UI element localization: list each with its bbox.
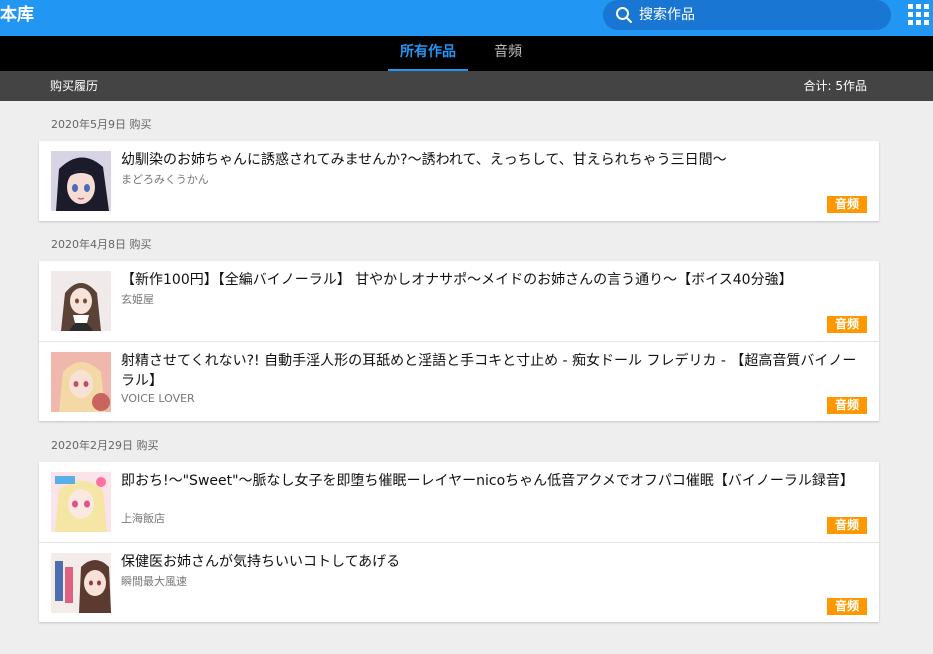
search-input[interactable] bbox=[639, 0, 879, 30]
list-item[interactable]: 保健医お姉さんが気持ちいいコトしてあげる 瞬間最大風速 音频 bbox=[39, 542, 879, 622]
work-title[interactable]: 射精させてくれない?! 自動手淫人形の耳舐めと淫語と手コキと寸止め - 痴女ドー… bbox=[121, 351, 866, 391]
tab-bar: 所有作品 音頻 bbox=[0, 36, 933, 71]
work-author[interactable]: まどろみくうかん bbox=[121, 173, 209, 187]
list-item[interactable]: 幼馴染のお姉ちゃんに誘惑されてみませんか?～誘われて、えっちして、甘えられちゃう… bbox=[39, 141, 879, 221]
work-thumbnail[interactable] bbox=[51, 553, 111, 613]
app-title: 本库 bbox=[0, 5, 34, 25]
tab-all-works[interactable]: 所有作品 bbox=[388, 36, 468, 71]
work-author[interactable]: 玄姫屋 bbox=[121, 293, 154, 307]
search-box[interactable] bbox=[603, 0, 891, 30]
work-title[interactable]: 保健医お姉さんが気持ちいいコトしてあげる bbox=[121, 552, 866, 572]
list-item[interactable]: 射精させてくれない?! 自動手淫人形の耳舐めと淫語と手コキと寸止め - 痴女ドー… bbox=[39, 341, 879, 421]
work-author[interactable]: 瞬間最大風速 bbox=[121, 575, 187, 589]
work-author[interactable]: VOICE LOVER bbox=[121, 392, 195, 406]
purchase-date: 2020年2月29日 购买 bbox=[51, 439, 159, 452]
work-author[interactable]: 上海飯店 bbox=[121, 512, 165, 526]
top-bar: 本库 bbox=[0, 0, 933, 36]
apps-grid-icon[interactable] bbox=[908, 4, 929, 25]
search-icon[interactable] bbox=[615, 6, 633, 24]
list-item[interactable]: 即おち!～"Sweet"～脈なし女子を即堕ち催眠ーレイヤーnicoちゃん低音アク… bbox=[39, 462, 879, 542]
list-item[interactable]: 【新作100円】【全編バイノーラル】 甘やかしオナサポ～メイドのお姉さんの言う通… bbox=[39, 261, 879, 341]
tab-audio[interactable]: 音頻 bbox=[480, 36, 536, 71]
total-count: 合计: 5作品 bbox=[803, 79, 868, 93]
purchase-date: 2020年5月9日 购买 bbox=[51, 118, 152, 131]
work-title[interactable]: 即おち!～"Sweet"～脈なし女子を即堕ち催眠ーレイヤーnicoちゃん低音アク… bbox=[121, 471, 866, 491]
purchase-date: 2020年4月8日 购买 bbox=[51, 238, 152, 251]
purchase-group-card: 幼馴染のお姉ちゃんに誘惑されてみませんか?～誘われて、えっちして、甘えられちゃう… bbox=[39, 141, 879, 221]
purchase-history-label: 购买履历 bbox=[50, 79, 99, 93]
audio-badge[interactable]: 音频 bbox=[827, 397, 867, 414]
work-title[interactable]: 【新作100円】【全編バイノーラル】 甘やかしオナサポ～メイドのお姉さんの言う通… bbox=[121, 270, 866, 290]
work-thumbnail[interactable] bbox=[51, 151, 111, 211]
work-thumbnail[interactable] bbox=[51, 472, 111, 532]
purchase-group-card: 即おち!～"Sweet"～脈なし女子を即堕ち催眠ーレイヤーnicoちゃん低音アク… bbox=[39, 462, 879, 622]
audio-badge[interactable]: 音频 bbox=[827, 316, 867, 333]
audio-badge[interactable]: 音频 bbox=[827, 598, 867, 615]
work-title[interactable]: 幼馴染のお姉ちゃんに誘惑されてみませんか?～誘われて、えっちして、甘えられちゃう… bbox=[121, 150, 866, 170]
purchase-group-card: 【新作100円】【全編バイノーラル】 甘やかしオナサポ～メイドのお姉さんの言う通… bbox=[39, 261, 879, 421]
info-bar: 购买履历 合计: 5作品 bbox=[0, 71, 933, 101]
work-thumbnail[interactable] bbox=[51, 352, 111, 412]
audio-badge[interactable]: 音频 bbox=[827, 517, 867, 534]
work-thumbnail[interactable] bbox=[51, 271, 111, 331]
audio-badge[interactable]: 音频 bbox=[827, 196, 867, 213]
